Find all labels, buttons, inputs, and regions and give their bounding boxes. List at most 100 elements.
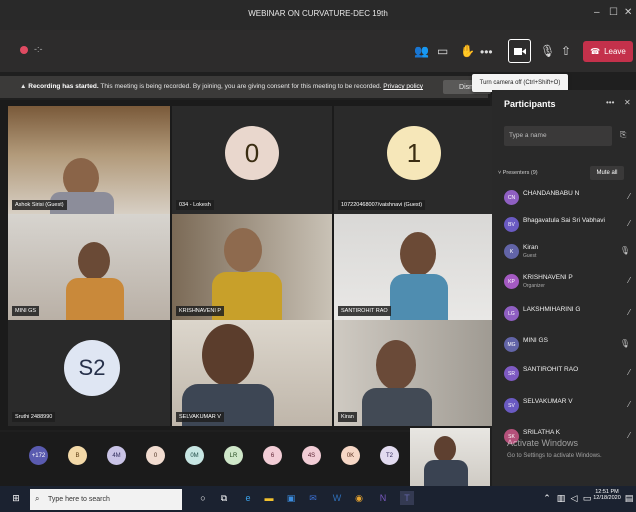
participant-name: LAKSHMIHARINI G	[523, 306, 581, 313]
video-tile[interactable]: KRISHNAVENI P	[172, 214, 332, 320]
taskbar-clock[interactable]: 12:51 PM 12/18/2020	[593, 489, 621, 501]
strip-avatar[interactable]: 0K	[341, 446, 360, 465]
participant-name: SANTIROHIT RAO	[523, 366, 579, 373]
window-title-bar: WEBINAR ON CURVATURE-DEC 19th – ☐ ✕	[0, 0, 636, 30]
activate-windows-title: Activate Windows	[507, 438, 579, 448]
strip-avatar[interactable]: 4M	[107, 446, 126, 465]
self-video-body	[424, 460, 468, 486]
strip-avatar[interactable]: 6	[263, 446, 282, 465]
volume-icon[interactable]: ◁	[567, 491, 581, 505]
participant-name: MINI GS	[523, 337, 548, 344]
share-screen-icon[interactable]: ⇧	[561, 44, 571, 58]
participant-row[interactable]: CN CHANDANBABU N ⁄	[500, 186, 632, 212]
notifications-icon[interactable]: ▤	[622, 491, 636, 505]
participants-icon[interactable]: 👥	[414, 44, 429, 58]
participant-avatar: MG	[504, 337, 519, 352]
privacy-policy-link[interactable]: Privacy policy	[383, 83, 423, 90]
participant-row[interactable]: MG MINI GS 🎙	[500, 333, 632, 359]
task-view-icon[interactable]: ⧉	[217, 491, 231, 505]
participant-name: Bhagavatula Sai Sri Vabhavi	[523, 217, 605, 224]
participant-search-input[interactable]: Type a name	[504, 126, 612, 146]
search-icon: ⌕	[35, 494, 40, 503]
participant-avatar: KP	[504, 274, 519, 289]
microphone-muted-icon[interactable]: 🎙	[540, 44, 555, 58]
meeting-timer-icon: -:-	[34, 44, 43, 54]
microphone-icon: ⁄	[628, 400, 630, 409]
participant-row[interactable]: KP KRISHNAVENI P Organizer ⁄	[500, 270, 632, 296]
share-invite-icon[interactable]: ⎘	[620, 130, 626, 140]
tile-name: Sruthi 2488990	[12, 412, 56, 422]
video-tile[interactable]: SANTIROHIT RAO	[334, 214, 494, 320]
raise-hand-icon[interactable]: ✋	[460, 44, 475, 58]
cortana-icon[interactable]: ○	[196, 491, 210, 505]
more-actions-button[interactable]: •••	[480, 45, 493, 59]
participant-row[interactable]: BV Bhagavatula Sai Sri Vabhavi ⁄	[500, 213, 632, 239]
file-explorer-icon[interactable]: ▬	[262, 491, 276, 505]
strip-avatar[interactable]: LR	[224, 446, 243, 465]
participant-row[interactable]: SV SELVAKUMAR V ⁄	[500, 394, 632, 420]
recording-indicator-icon	[20, 46, 28, 54]
edge-browser-icon[interactable]: e	[241, 491, 255, 505]
leave-button[interactable]: ☎ Leave	[583, 41, 633, 62]
tile-avatar: 0	[225, 126, 279, 180]
participant-video-body	[390, 274, 448, 320]
strip-avatar[interactable]: 0M	[185, 446, 204, 465]
participant-row[interactable]: SR SANTIROHIT RAO ⁄	[500, 362, 632, 388]
microphone-icon: 🎙	[619, 246, 630, 255]
onenote-icon[interactable]: N	[376, 491, 390, 505]
tile-name: Kiran	[338, 412, 357, 422]
participant-video-person	[400, 232, 436, 276]
participant-name: SELVAKUMAR V	[523, 398, 573, 405]
participant-video-body	[66, 278, 124, 320]
microphone-icon: ⁄	[628, 219, 630, 228]
participant-row[interactable]: LG LAKSHMIHARINI G ⁄	[500, 302, 632, 328]
participant-name: CHANDANBABU N	[523, 190, 580, 197]
chrome-icon[interactable]: ◉	[352, 491, 366, 505]
participant-avatar: SV	[504, 398, 519, 413]
panel-more-icon[interactable]: •••	[606, 98, 614, 107]
participant-row[interactable]: K Kiran Guest 🎙	[500, 240, 632, 266]
teams-icon[interactable]: T	[400, 491, 414, 505]
video-tile[interactable]: Kiran	[334, 320, 494, 426]
close-panel-icon[interactable]: ✕	[624, 98, 631, 107]
close-window-button[interactable]: ✕	[624, 7, 632, 18]
video-tile[interactable]: Ashok Sirisi (Guest)	[8, 106, 170, 214]
windows-start-icon[interactable]: ⊞	[9, 491, 23, 505]
participant-video-person	[202, 324, 254, 386]
participant-role: Guest	[523, 253, 537, 259]
tray-chevron-icon[interactable]: ⌃	[540, 491, 554, 505]
strip-avatar[interactable]: 0	[146, 446, 165, 465]
video-tile[interactable]: 1 107220468007/vaishnavi (Guest)	[334, 106, 494, 214]
taskbar-search-box[interactable]: ⌕ Type here to search	[30, 489, 182, 510]
participant-avatar: LG	[504, 306, 519, 321]
mail-icon[interactable]: ✉	[306, 491, 320, 505]
participant-avatar: K	[504, 244, 519, 259]
microphone-icon: ⁄	[628, 368, 630, 377]
word-icon[interactable]: W	[330, 491, 344, 505]
camera-toggle-button[interactable]	[508, 39, 531, 63]
self-video-preview[interactable]	[410, 428, 490, 486]
video-tile[interactable]: SELVAKUMAR V	[172, 320, 332, 426]
recording-started-text: Recording has started.	[28, 83, 99, 90]
maximize-button[interactable]: ☐	[609, 7, 618, 18]
video-tile[interactable]: S2 Sruthi 2488990	[8, 320, 170, 426]
video-tile[interactable]: 0 034 - Lokesh	[172, 106, 332, 214]
participant-name: KRISHNAVENI P	[523, 274, 573, 281]
tile-name: 034 - Lokesh	[176, 200, 214, 210]
minimize-button[interactable]: –	[594, 7, 600, 18]
battery-icon[interactable]: ▭	[580, 491, 594, 505]
phone-hangup-icon: ☎	[590, 47, 601, 56]
chat-icon[interactable]: ▭	[437, 44, 448, 58]
strip-avatar[interactable]: T2	[380, 446, 399, 465]
tile-avatar: S2	[64, 340, 120, 396]
tile-name: Ashok Sirisi (Guest)	[12, 200, 67, 210]
video-tile[interactable]: MINI GS	[8, 214, 170, 320]
strip-avatar[interactable]: 4S	[302, 446, 321, 465]
strip-avatar[interactable]: B	[68, 446, 87, 465]
store-icon[interactable]: ▣	[284, 491, 298, 505]
network-icon[interactable]: ▥	[554, 491, 568, 505]
self-video-person	[434, 436, 456, 462]
mute-all-button[interactable]: Mute all	[590, 166, 624, 180]
recording-banner-text: ▲ Recording has started. This meeting is…	[20, 83, 423, 90]
more-participants-button[interactable]: +172	[29, 446, 48, 465]
